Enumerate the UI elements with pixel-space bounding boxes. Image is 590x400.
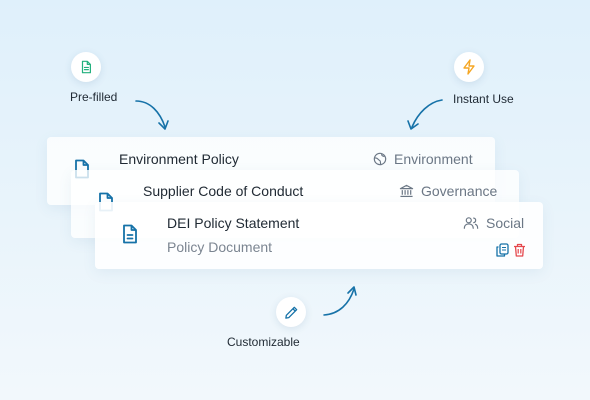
copy-icon[interactable] <box>496 243 509 257</box>
prefilled-arrow <box>135 100 169 130</box>
bank-icon <box>399 184 414 198</box>
instant-use-badge <box>454 52 484 82</box>
card-title: DEI Policy Statement <box>167 215 300 231</box>
card-category: Social <box>463 215 524 231</box>
users-icon <box>463 217 479 229</box>
lightning-icon <box>463 59 475 75</box>
delete-icon[interactable] <box>513 243 526 257</box>
card-category: Environment <box>373 151 473 167</box>
instant-use-label: Instant Use <box>453 92 514 106</box>
prefilled-label: Pre-filled <box>70 90 118 104</box>
customizable-arrow <box>323 286 357 316</box>
template-card-social[interactable]: DEI Policy Statement Policy Document Soc… <box>95 202 543 269</box>
globe-icon <box>373 152 387 166</box>
card-title: Supplier Code of Conduct <box>143 183 304 199</box>
card-title: Environment Policy <box>119 151 239 167</box>
pencil-icon <box>284 306 297 319</box>
document-icon <box>123 224 137 244</box>
instant-use-arrow <box>407 99 443 130</box>
card-subtitle: Policy Document <box>167 239 273 255</box>
card-actions <box>496 243 526 257</box>
customizable-badge <box>276 297 306 327</box>
document-icon <box>81 60 91 74</box>
category-label: Social <box>486 215 525 231</box>
category-label: Environment <box>394 151 473 167</box>
card-category: Governance <box>399 183 497 199</box>
prefilled-badge <box>71 52 101 82</box>
category-label: Governance <box>421 183 498 199</box>
customizable-label: Customizable <box>227 335 300 349</box>
